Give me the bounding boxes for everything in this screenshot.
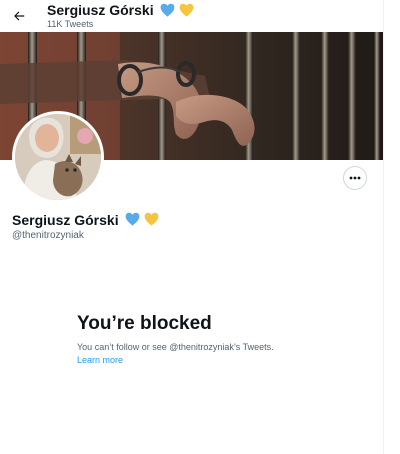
header-name-row: Sergiusz Górski — [47, 2, 194, 20]
avatar[interactable] — [12, 111, 104, 203]
blue-heart-icon — [126, 213, 140, 226]
more-button[interactable] — [343, 166, 367, 190]
arrow-left-icon — [14, 11, 25, 21]
tweet-count: 11K Tweets — [47, 19, 94, 29]
header-display-name: Sergiusz Górski — [47, 2, 154, 18]
more-horizontal-icon — [349, 176, 361, 180]
header-badges — [160, 3, 194, 20]
blocked-title: You’re blocked — [77, 313, 212, 334]
profile-badges — [125, 212, 159, 230]
yellow-heart-icon — [180, 3, 194, 17]
blue-heart-icon — [161, 3, 175, 17]
back-button[interactable] — [8, 5, 30, 27]
profile-name-row: Sergiusz Górski — [12, 212, 159, 230]
profile-display-name: Sergiusz Górski — [12, 212, 119, 228]
learn-more-link[interactable]: Learn more — [77, 355, 123, 365]
avatar-image — [15, 114, 101, 200]
blocked-description: You can’t follow or see @thenitrozyniak’… — [77, 342, 274, 352]
yellow-heart-icon — [145, 213, 159, 226]
profile-header: Sergiusz Górski 11K Tweets — [0, 0, 383, 32]
right-pane — [384, 0, 400, 454]
profile-column: Sergiusz Górski 11K Tweets Sergiusz Górs… — [0, 0, 384, 454]
profile-handle: @thenitrozyniak — [12, 230, 84, 241]
